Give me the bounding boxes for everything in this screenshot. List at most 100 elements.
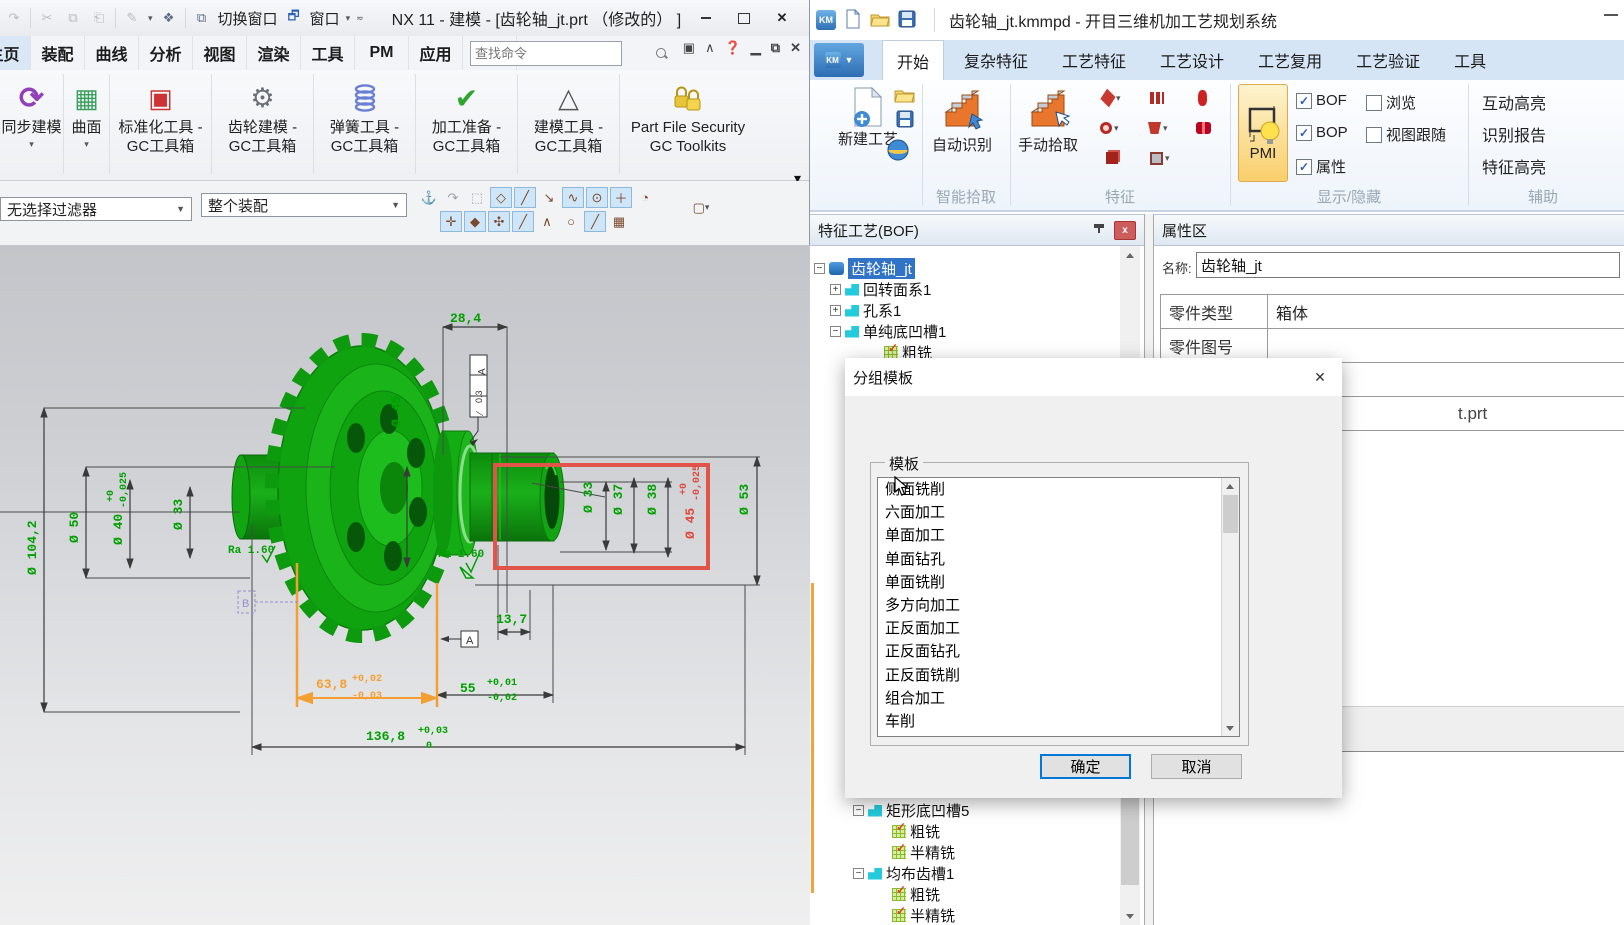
tab-process-verify[interactable]: 工艺验证 [1342, 40, 1434, 80]
tree-item-simple-pocket[interactable]: − 单纯底凹槽1 [830, 321, 946, 342]
interactive-highlight-button[interactable]: 互动高亮 [1482, 90, 1546, 114]
tab-tools[interactable]: 工具 [1440, 40, 1500, 80]
ok-button[interactable]: 确定 [1040, 754, 1131, 779]
auto-identify-button[interactable]: 自动识别 [932, 86, 992, 155]
tab-view[interactable]: 视图 [193, 36, 247, 70]
pmi-toggle-button[interactable]: PMI [1238, 84, 1288, 182]
maximize-button[interactable] [731, 8, 757, 28]
toolbar-surface[interactable]: ▦ 曲面 ▾ [64, 74, 110, 174]
pin-icon[interactable] [1092, 223, 1106, 237]
display-mode-icon[interactable]: ▢▾ [690, 197, 712, 218]
list-item[interactable]: 六面加工 [878, 501, 1239, 524]
list-item[interactable]: 正反面钻孔 [878, 640, 1239, 663]
tab-home[interactable]: 主页 [0, 36, 31, 70]
feature-slot-icon[interactable] [1150, 92, 1164, 104]
km-menu-button[interactable]: KM▼ [814, 43, 864, 77]
tab-process-features[interactable]: 工艺特征 [1048, 40, 1140, 80]
open-file-icon[interactable] [870, 10, 890, 31]
chevron-down-icon[interactable]: ▾ [29, 139, 34, 150]
help-icon[interactable]: ❓ [725, 40, 741, 56]
tree-item-semi-finish-mill[interactable]: 半精铣 [892, 842, 955, 863]
selection-filter-dropdown[interactable]: 无选择过滤器▼ [0, 197, 192, 221]
toolbar-part-file-security[interactable]: Part File SecurityGC Toolkits [620, 74, 756, 174]
tab-complex-features[interactable]: 复杂特征 [950, 40, 1042, 80]
checkbox-bof[interactable]: ✓BOF [1296, 92, 1347, 109]
identify-report-button[interactable]: 识别报告 [1482, 122, 1546, 146]
chevron-down-icon[interactable]: ▾ [148, 13, 153, 24]
list-item[interactable]: 组合加工 [878, 687, 1239, 710]
window-button[interactable]: 窗口 [310, 8, 340, 29]
feature-boss-icon[interactable] [1106, 152, 1118, 164]
snap-icon[interactable]: ✣ [488, 211, 510, 232]
tree-item-rotary-faces[interactable]: + 回转面系1 [830, 279, 931, 300]
toolbar-modeling-tools[interactable]: △ 建模工具 -GC工具箱 [518, 74, 620, 174]
feature-hole-icon[interactable]: ▾ [1100, 122, 1119, 134]
snap-icon[interactable]: ↷ [442, 187, 464, 208]
minimize-button[interactable] [1604, 14, 1618, 16]
snap-icon[interactable]: ∿ [562, 187, 584, 208]
scroll-up-button[interactable] [1222, 478, 1238, 494]
copy-icon[interactable]: ⧉ [63, 8, 83, 28]
snap-icon[interactable]: ∧ [536, 211, 558, 232]
list-item[interactable]: 正反面铣削 [878, 664, 1239, 687]
checkbox-attr[interactable]: ✓属性 [1296, 156, 1346, 177]
scroll-down-button[interactable] [1222, 720, 1238, 736]
touch-mode-icon[interactable]: ❖ [159, 8, 179, 28]
new-file-icon[interactable] [844, 9, 862, 32]
format-brush-icon[interactable]: ✎ [122, 8, 142, 28]
feature-cylinder-icon[interactable] [1198, 90, 1207, 106]
tree-item-rough-mill[interactable]: 粗铣 [892, 821, 940, 842]
snap-icon[interactable]: ╱ [514, 187, 536, 208]
tree-item-gear-slots1[interactable]: − 均布齿槽1 [853, 863, 954, 884]
collapse-ribbon-icon[interactable]: ∧ [705, 40, 715, 56]
snap-icon[interactable]: ▦ [608, 211, 630, 232]
child-close-icon[interactable]: ✕ [790, 40, 801, 56]
scrollbar-thumb[interactable] [1121, 797, 1139, 885]
list-item[interactable]: 单面加工 [878, 524, 1239, 547]
template-list[interactable]: 侧面铣削 六面加工 单面加工 单面钻孔 单面铣削 多方向加工 正反面加工 正反面… [877, 477, 1240, 737]
list-item[interactable]: 多方向加工 [878, 594, 1239, 617]
close-button[interactable] [769, 8, 795, 28]
tab-process-design[interactable]: 工艺设计 [1146, 40, 1238, 80]
redo-icon[interactable]: ↷ [4, 8, 24, 28]
tab-start[interactable]: 开始 [882, 40, 944, 80]
child-restore-icon[interactable]: ⧉ [771, 40, 780, 56]
scroll-up-button[interactable] [1120, 246, 1140, 264]
list-item[interactable]: 车削 [878, 710, 1239, 733]
list-item[interactable]: 单面铣削 [878, 571, 1239, 594]
snap-icon[interactable]: ⚓ [418, 187, 440, 208]
toolbar-spring-tools[interactable]: 弹簧工具 -GC工具箱 [314, 74, 416, 174]
prop-value[interactable]: 箱体 [1268, 295, 1624, 328]
gear-shaft-model[interactable] [232, 340, 564, 636]
part-name-input[interactable] [1196, 252, 1620, 278]
search-input[interactable] [471, 46, 655, 61]
paste-icon[interactable]: ⎗ [89, 8, 109, 28]
feature-face-icon[interactable]: ▾ [1150, 152, 1170, 165]
save-process-icon[interactable] [896, 110, 914, 131]
switch-window-button[interactable]: 切换窗口 [218, 8, 278, 29]
snap-icon[interactable]: ◆ [464, 211, 486, 232]
toolbar-sync-modeling[interactable]: ⟳ 同步建模 ▾ [0, 74, 64, 174]
dialog-titlebar[interactable]: 分组模板 [845, 358, 1342, 396]
checkbox-view-follow[interactable]: 视图跟随 [1366, 124, 1446, 145]
expander-icon[interactable]: + [830, 305, 841, 316]
checkbox-bop[interactable]: ✓BOP [1296, 124, 1348, 141]
tree-item-rough-mill[interactable]: 粗铣 [892, 884, 940, 905]
snap-icon[interactable]: ◔ [634, 187, 656, 208]
cut-icon[interactable]: ✂ [37, 8, 57, 28]
chevron-down-icon[interactable]: ▾ [346, 13, 351, 24]
snap-icon[interactable]: ╱ [584, 211, 606, 232]
close-icon[interactable]: ✕ [1310, 367, 1330, 387]
feature-pocket-icon[interactable]: ▾ [1148, 122, 1168, 134]
3d-viewport[interactable]: Ø 45 +0 -0,025 [0, 245, 810, 925]
list-item[interactable]: 侧面铣削 [878, 478, 1239, 501]
tab-process-reuse[interactable]: 工艺复用 [1244, 40, 1336, 80]
feature-highlight-button[interactable]: 特征高亮 [1482, 154, 1546, 178]
list-item[interactable]: 正反面加工 [878, 617, 1239, 640]
snap-icon[interactable]: ◇ [490, 187, 512, 208]
scroll-down-button[interactable] [1120, 907, 1140, 925]
collapse-icon[interactable]: ≂ [356, 13, 364, 24]
minimize-button[interactable] [693, 8, 719, 28]
scrollbar-thumb[interactable] [1223, 495, 1238, 533]
child-minimize-icon[interactable]: ▁ [751, 40, 761, 56]
